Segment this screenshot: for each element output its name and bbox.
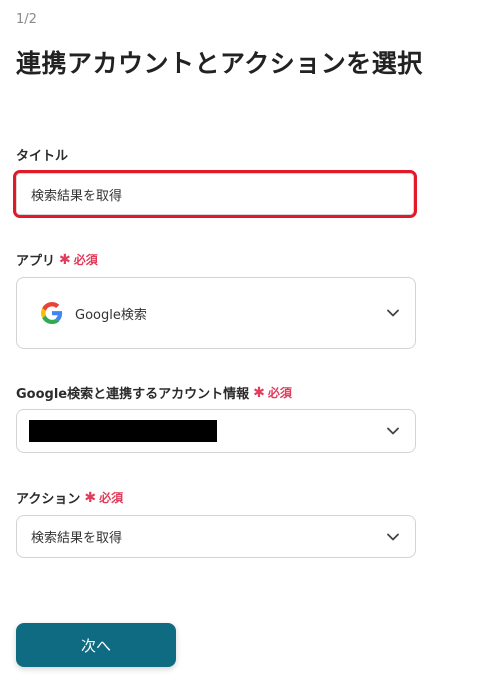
required-text: 必須 [267,386,292,400]
asterisk-icon: ✱ [59,251,71,268]
app-label-text: アプリ [16,254,56,269]
google-icon [41,302,63,324]
account-label-text: Google検索と連携するアカウント情報 [16,387,250,402]
required-text: 必須 [99,491,124,505]
action-select[interactable]: 検索結果を取得 [16,515,416,558]
chevron-down-icon [385,529,401,545]
title-input-value: 検索結果を取得 [31,188,123,204]
title-label-text: タイトル [16,149,69,164]
step-indicator: 1/2 [16,12,37,27]
chevron-down-icon [385,423,401,439]
required-marker: ✱ 必須 [84,489,123,506]
app-label: アプリ ✱ 必須 [16,250,98,270]
required-marker: ✱ 必須 [253,384,292,401]
asterisk-icon: ✱ [84,489,97,506]
redacted-account-value [29,420,217,442]
required-marker: ✱ 必須 [59,251,98,268]
account-select[interactable] [16,409,416,453]
app-select[interactable]: Google検索 [16,277,416,349]
chevron-down-icon [385,305,401,321]
action-select-value: 検索結果を取得 [31,531,123,546]
action-label-text: アクション [16,492,81,507]
next-button[interactable]: 次へ [16,623,176,667]
asterisk-icon: ✱ [253,384,265,401]
app-select-value: Google検索 [75,307,147,323]
account-label: Google検索と連携するアカウント情報 ✱ 必須 [16,383,292,403]
form-page: 1/2 連携アカウントとアクションを選択 タイトル 検索結果を取得 アプリ ✱ … [0,0,481,678]
required-text: 必須 [73,253,98,267]
action-label: アクション ✱ 必須 [16,488,123,508]
page-title: 連携アカウントとアクションを選択 [16,49,423,78]
title-input[interactable]: 検索結果を取得 [13,170,417,218]
title-label: タイトル [16,145,68,164]
